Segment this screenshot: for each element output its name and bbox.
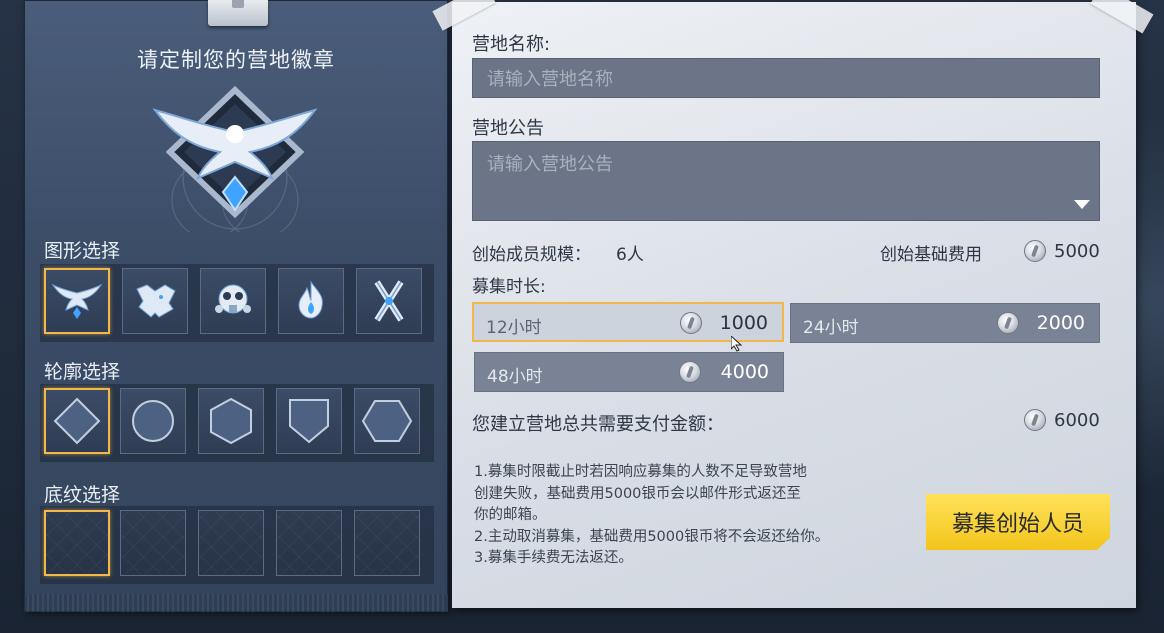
outline-option-shield[interactable] (276, 388, 342, 454)
flame-emblem-icon (298, 280, 323, 319)
badge-preview-eagle-icon (152, 85, 318, 232)
outline-option-diamond[interactable] (44, 388, 110, 454)
badge-title: 请定制您的营地徽章 (137, 48, 335, 72)
camp-notice-label: 营地公告 (472, 118, 544, 139)
pattern-option-1[interactable] (44, 510, 110, 576)
member-size-value: 6人 (616, 245, 644, 265)
outline-option-wide-hexagon[interactable] (354, 388, 420, 454)
total-cost-label: 您建立营地总共需要支付金额： (472, 414, 724, 435)
diamond-outline-icon (53, 397, 101, 445)
shape-option-eagle[interactable] (44, 268, 110, 334)
member-size-label: 创始成员规模： (472, 245, 591, 265)
silver-coin-icon (1024, 240, 1046, 262)
panel-clip (208, 0, 268, 26)
duration-price: 4000 (720, 361, 769, 383)
shape-option-wolf[interactable] (122, 268, 188, 334)
gasmask-emblem-icon (215, 284, 251, 314)
duration-price: 2000 (1036, 312, 1085, 334)
pattern-option-4[interactable] (276, 510, 342, 576)
shape-option-flame[interactable] (278, 268, 344, 334)
silver-coin-icon (997, 312, 1019, 334)
pattern-options-row (40, 506, 434, 584)
pattern-option-5[interactable] (354, 510, 420, 576)
pattern-option-2[interactable] (120, 510, 186, 576)
outline-option-hexagon[interactable] (198, 388, 264, 454)
base-fee-value: 5000 (1054, 241, 1100, 262)
pattern-select-label: 底纹选择 (44, 484, 121, 506)
duration-name: 24小时 (803, 318, 859, 338)
outline-option-circle[interactable] (120, 388, 186, 454)
duration-option-24h[interactable]: 24小时 2000 (790, 303, 1100, 343)
mouse-cursor-icon (731, 336, 743, 352)
note-line: 3.募集手续费无法返还。 (474, 550, 633, 566)
shape-options-row (40, 264, 434, 342)
note-line: 2.主动取消募集，基础费用5000银币将不会返还给你。 (474, 528, 830, 545)
duration-price: 1000 (719, 312, 768, 334)
note-line: 你的邮箱。 (474, 507, 547, 523)
eagle-emblem-icon (51, 283, 103, 319)
recruit-founders-button[interactable]: 募集创始人员 (926, 494, 1110, 550)
camp-name-label: 营地名称: (472, 34, 551, 55)
silver-coin-icon (1024, 409, 1046, 431)
shape-option-gasmask[interactable] (200, 268, 266, 334)
wolf-emblem-icon (136, 284, 176, 318)
dropdown-arrow-icon[interactable] (1074, 200, 1090, 210)
camp-name-input[interactable]: 请输入营地名称 (472, 58, 1100, 98)
camp-notice-input[interactable]: 请输入营地公告 (472, 141, 1100, 221)
silver-coin-icon (679, 361, 701, 383)
silver-coin-icon (680, 312, 702, 334)
hexagon-outline-icon (210, 397, 252, 445)
shape-option-crossed-blades[interactable] (356, 268, 422, 334)
circle-outline-icon (132, 400, 174, 442)
total-cost-value: 6000 (1054, 410, 1100, 431)
camp-notice-placeholder: 请输入营地公告 (487, 154, 613, 175)
hexagon-wide-outline-icon (361, 400, 413, 442)
base-fee-label: 创始基础费用 (880, 245, 982, 265)
note-line: 1.募集时限截止时若因响应募集的人数不足导致营地 (474, 464, 807, 480)
rules-notes: 1.募集时限截止时若因响应募集的人数不足导致营地 创建失败，基础费用5000银币… (474, 462, 914, 570)
duration-label: 募集时长: (472, 277, 546, 297)
note-line: 创建失败，基础费用5000银币会以邮件形式返还至 (474, 485, 801, 502)
duration-option-48h[interactable]: 48小时 4000 (474, 352, 784, 392)
shield-outline-icon (289, 399, 329, 444)
duration-name: 12小时 (486, 318, 542, 338)
crossed-blades-emblem-icon (374, 280, 404, 322)
pattern-option-3[interactable] (198, 510, 264, 576)
duration-name: 48小时 (487, 367, 543, 387)
shape-select-label: 图形选择 (44, 240, 121, 262)
outline-select-label: 轮廓选择 (44, 361, 121, 383)
outline-options-row (40, 384, 434, 462)
